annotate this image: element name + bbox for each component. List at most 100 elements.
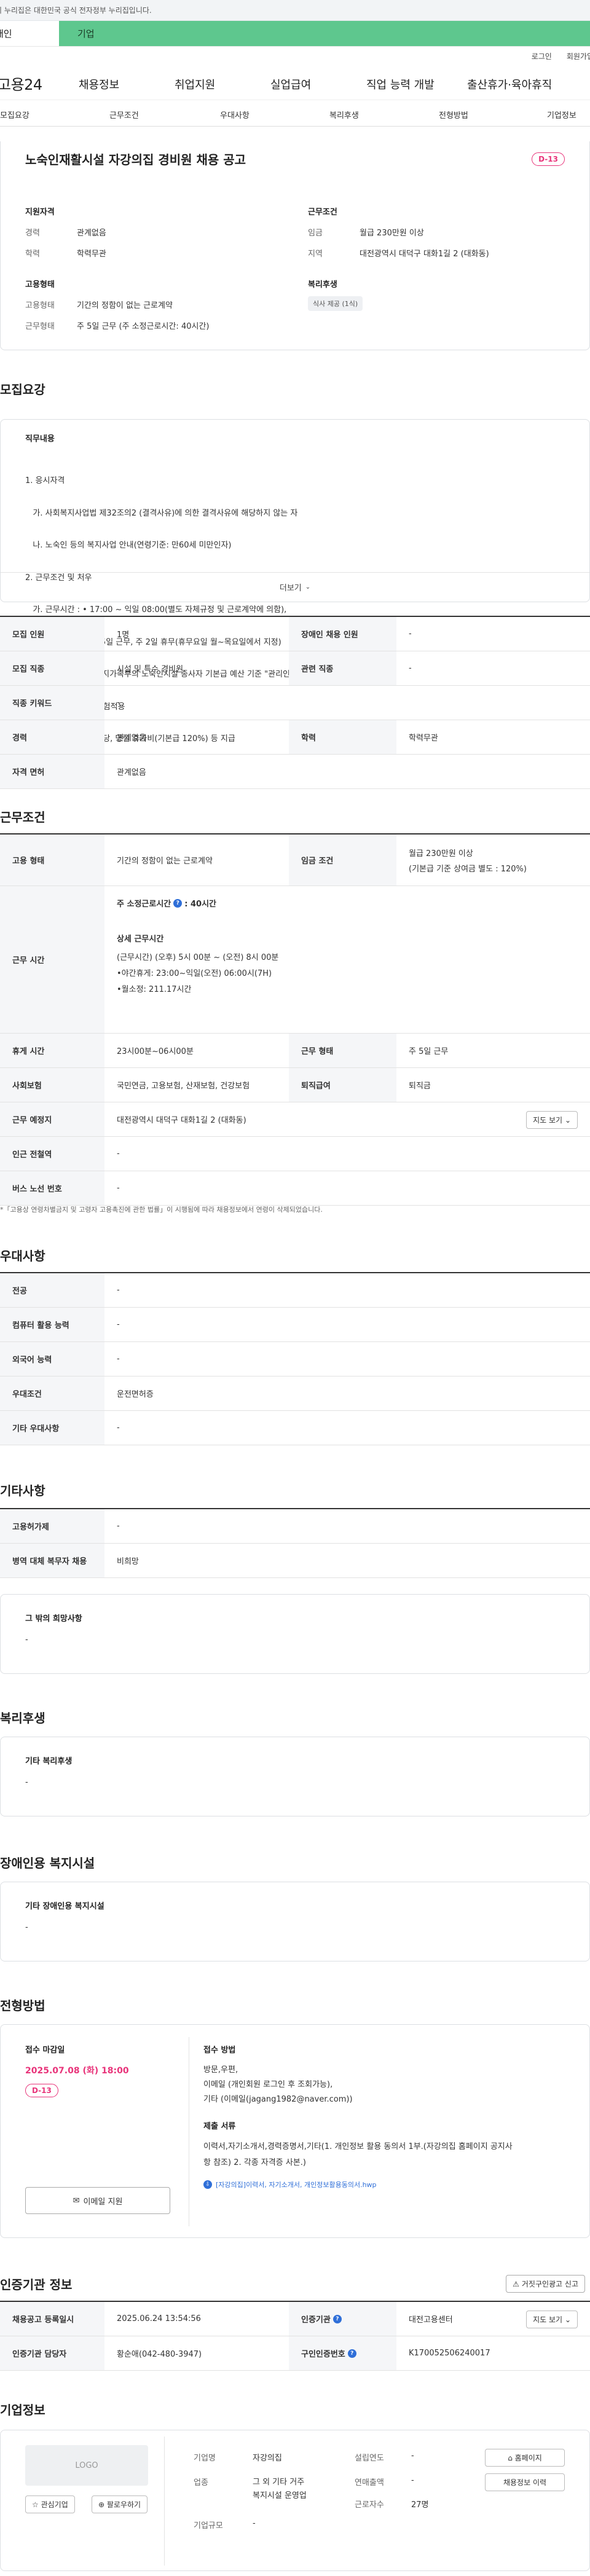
report-fake-ad-button[interactable]: ⚠ 거짓구인광고 신고 — [506, 2275, 585, 2293]
work-key: 임금 — [308, 229, 323, 238]
method-line: 기타 (이메일(jagang1982@naver.com)) — [203, 2095, 353, 2104]
company-key: 업종 — [194, 2478, 208, 2488]
etc-wish-box: 그 밖의 희망사항 - — [0, 1594, 590, 1674]
anchor-welfare[interactable]: 복리후생 — [329, 109, 359, 120]
etc-wish-title: 그 밖의 희망사항 — [25, 1614, 82, 1624]
gov-notice-text: 이 누리집은 대한민국 공식 전자정부 누리집입니다. — [0, 6, 152, 15]
help-icon[interactable]: ? — [173, 898, 183, 908]
anchor-pref[interactable]: 우대사항 — [220, 109, 250, 120]
homepage-button[interactable]: ⌂ 홈페이지 — [485, 2449, 565, 2467]
star-icon: ☆ — [32, 2500, 39, 2509]
nav-item-leave[interactable]: 출산휴가·육아휴직 — [467, 76, 552, 92]
nav-item-unemployment[interactable]: 실업급여 — [270, 76, 311, 92]
gov-notice-bar: 이 누리집은 대한민국 공식 전자정부 누리집입니다. — [0, 0, 590, 21]
table-row: 근무 시간 주 소정근로시간?: 40시간 상세 근무시간 (근무시간) (오후… — [0, 886, 590, 1034]
map-button[interactable]: 지도 보기 ⌄ — [526, 1111, 578, 1129]
login-link[interactable]: 로그인 — [532, 51, 552, 61]
attachment-link[interactable]: ⇩ [자강의집]이력서, 자기소개서, 개인정보활용동의서.hwp — [203, 2180, 377, 2189]
anchor-work[interactable]: 근무조건 — [109, 109, 139, 120]
more-button[interactable]: 더보기 ⌄ — [1, 572, 589, 602]
site-logo[interactable]: 고용24 — [0, 73, 42, 94]
divider — [164, 2437, 165, 2566]
etc-table: 고용허가제 - 병역 대체 복무자 채용 비희망 — [0, 1508, 590, 1578]
company-value: - — [411, 2451, 414, 2460]
td: 국민연금, 고용보험, 산재보험, 건강보험 — [117, 1082, 250, 1091]
pref-table: 전공 - 컴퓨터 활용 능력 - 외국어 능력 - 우대조건 운전면허증 기타 우대사항… — [0, 1272, 590, 1445]
work-key: 지역 — [308, 249, 323, 259]
table-row: 직종 키워드 - — [0, 686, 590, 720]
time-line: (근무시간) (오후) 5시 00분 ~ (오전) 8시 00분 — [117, 953, 279, 962]
docs-line: 이력서,자기소개서,경력증명서,기타(1. 개인정보 활용 동의서 1부.(자강… — [203, 2142, 513, 2151]
recruit-table: 모집 인원 1명 장애인 채용 인원 - 모집 직종 시설 및 특수 경비원 관련 직종 -… — [0, 616, 590, 789]
chevron-down-icon: ⌄ — [564, 2315, 571, 2324]
th: 관련 직종 — [289, 651, 396, 685]
qual-key: 경력 — [25, 229, 40, 238]
nav-item-jobs[interactable]: 채용정보 — [79, 76, 119, 92]
email-apply-button[interactable]: ✉ 이메일 지원 — [25, 2187, 170, 2214]
map-label: 지도 보기 — [533, 2315, 563, 2324]
company-value: - — [411, 2476, 414, 2485]
job-history-button[interactable]: 채용정보 이력 — [485, 2473, 565, 2491]
th: 자격 면허 — [0, 755, 104, 788]
etc-wish-value: - — [25, 1635, 28, 1644]
td: 비희망 — [117, 1557, 139, 1566]
table-row: 버스 노선 번호 - — [0, 1171, 590, 1206]
more-label: 더보기 — [279, 584, 302, 593]
th: 구인인증번호? — [289, 2336, 396, 2370]
chevron-down-icon: ⌄ — [564, 1116, 571, 1125]
table-row: 인근 전철역 - — [0, 1137, 590, 1171]
mail-icon: ✉ — [73, 2196, 80, 2205]
company-value: 자강의집 — [253, 2454, 282, 2463]
favorite-label: 관심기업 — [41, 2500, 68, 2509]
map-button[interactable]: 지도 보기 ⌄ — [526, 2311, 578, 2328]
tab-individual[interactable]: 개인 — [0, 21, 59, 46]
duty-title: 직무내용 — [25, 434, 55, 444]
th: 우대조건 — [0, 1376, 104, 1410]
table-row: 채용공고 등록일시 2025.06.24 13:54:56 인증기관? 대전고용센터 지… — [0, 2302, 590, 2336]
table-row: 휴게 시간 23시00분~06시00분 근무 형태 주 5일 근무 — [0, 1034, 590, 1068]
anchor-recruit[interactable]: 모집요강 — [0, 109, 30, 120]
table-row: 기타 우대사항 - — [0, 1411, 590, 1445]
tab-company[interactable]: 기업 — [59, 21, 590, 46]
td: - — [117, 1522, 120, 1531]
join-link[interactable]: 회원가입 — [567, 51, 590, 61]
table-row: 병역 대체 복무자 채용 비희망 — [0, 1544, 590, 1578]
report-label: 거짓구인광고 신고 — [521, 2280, 578, 2288]
duty-line: 가. 사회복지사업법 제32조의2 (결격사유)에 의한 결격사유에 해당하지 … — [25, 508, 298, 518]
td: 기간의 정함이 없는 근로계약 — [117, 857, 213, 866]
section-title-company: 기업정보 — [0, 2403, 45, 2417]
follow-button[interactable]: ⊕ 팔로우하기 — [92, 2496, 148, 2513]
nav-item-training[interactable]: 직업 능력 개발 — [366, 76, 435, 92]
duty-line: 나. 노숙인 등의 복지사업 안내(연령기준: 만60세 미만인자) — [25, 541, 232, 550]
table-row: 외국어 능력 - — [0, 1342, 590, 1376]
td: - — [117, 1320, 120, 1329]
attachment-icon: ⇩ — [203, 2180, 212, 2189]
th: 근무 예정지 — [0, 1102, 104, 1136]
anchor-process[interactable]: 전형방법 — [439, 109, 468, 120]
help-icon[interactable]: ? — [347, 2349, 356, 2358]
method-lines: 방문,우편, 이메일 (개인회원 로그인 후 조회가능), 기타 (이메일(ja… — [203, 2063, 353, 2107]
main-nav: 고용24 채용정보 취업지원 실업급여 직업 능력 개발 출산휴가·육아휴직 — [0, 65, 590, 100]
th: 임금 조건 — [289, 834, 396, 886]
nav-item-employment-support[interactable]: 취업지원 — [175, 76, 215, 92]
help-icon[interactable]: ? — [332, 2314, 342, 2323]
welfare-tag: 식사 제공 (1식) — [308, 296, 363, 311]
th: 장애인 채용 인원 — [289, 617, 396, 651]
utility-bar: 로그인 회원가입 — [0, 47, 590, 65]
favorite-company-button[interactable]: ☆ 관심기업 — [25, 2496, 75, 2513]
deadline-value: 2025.07.08 (화) 18:00 — [25, 2066, 129, 2076]
method-line: 방문,우편, — [203, 2065, 238, 2075]
th: 고용 형태 — [0, 834, 104, 886]
th-label: 인증기관 — [301, 2315, 331, 2325]
time-line: •야간휴게: 23:00~익일(오전) 06:00시(7H) — [117, 969, 272, 978]
method-line: 이메일 (개인회원 로그인 후 조회가능), — [203, 2080, 333, 2089]
disability-box: 기타 장애인용 복지시설 - — [0, 1882, 590, 1961]
td: 대전광역시 대덕구 대화1길 2 (대화동) — [117, 1116, 246, 1125]
td: 23시00분~06시00분 — [117, 1047, 194, 1056]
emp-title: 고용형태 — [25, 280, 55, 289]
th: 근무 형태 — [289, 1034, 396, 1067]
anchor-company[interactable]: 기업정보 — [547, 109, 576, 120]
td: 주 5일 근무 — [409, 1047, 449, 1056]
time-main-label: 주 소정근로시간 — [117, 900, 171, 909]
th: 모집 인원 — [0, 617, 104, 651]
